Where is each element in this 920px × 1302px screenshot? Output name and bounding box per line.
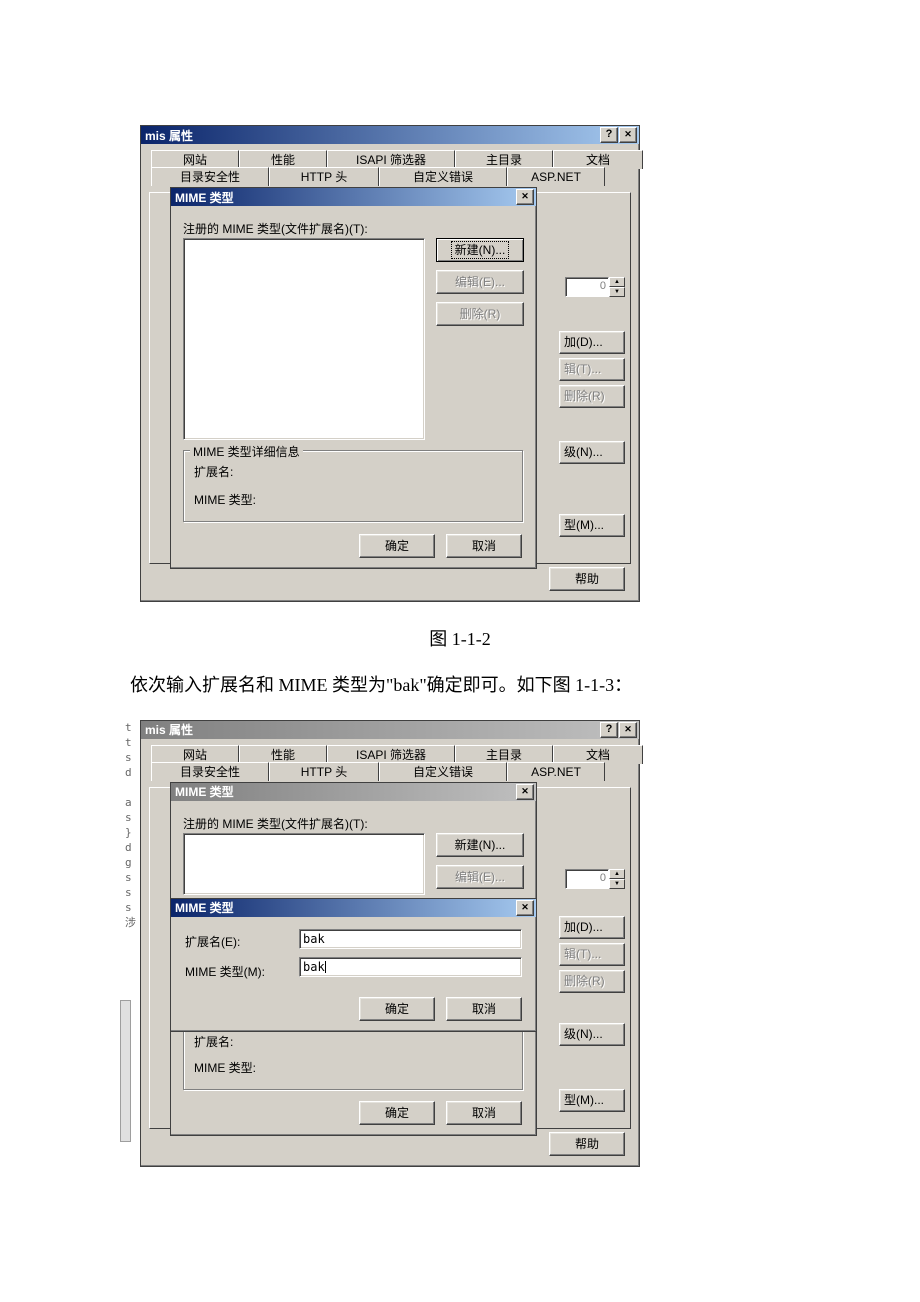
mime-ok-button-2: 确定 [359, 1101, 435, 1125]
title-text-2: mis 属性 [145, 721, 193, 738]
tab-httpheaders[interactable]: HTTP 头 [269, 167, 379, 186]
instruction-paragraph: 依次输入扩展名和 MIME 类型为"bak"确定即可。如下图 1-1-3： [0, 671, 920, 700]
mime-edit-button-2: 编辑(E)... [436, 865, 524, 889]
tab-dirsecurity[interactable]: 目录安全性 [151, 167, 269, 186]
titlebar-mime-2: MIME 类型 [171, 783, 536, 801]
mime-types-dialog: MIME 类型 注册的 MIME 类型(文件扩展名)(T): 新建(N)... … [170, 187, 537, 569]
figure-2: t t s d a s } d g s s s 涉 mis 属性 网站 性能 I… [140, 720, 920, 1170]
title-text: mis 属性 [145, 127, 193, 144]
side-btn-edit-2: 辑(T)... [559, 943, 625, 966]
mimetype-label-2: MIME 类型: [194, 1059, 256, 1076]
side-btn-add[interactable]: 加(D)... [559, 331, 625, 354]
titlebar-mime: MIME 类型 [171, 188, 536, 206]
mime-detail-group: MIME 类型详细信息 扩展名: MIME 类型: [183, 450, 523, 522]
mime-detail-group-2: 扩展名: MIME 类型: [183, 1023, 523, 1090]
side-btn-level-2[interactable]: 级(N)... [559, 1023, 625, 1046]
figure-caption-1: 图 1-1-2 [0, 625, 920, 651]
tab-aspnet[interactable]: ASP.NET [507, 167, 605, 186]
extension-input[interactable]: bak [299, 929, 522, 949]
tab-strip: 网站 性能 ISAPI 筛选器 主目录 文档 目录安全性 HTTP 头 自定义错… [141, 144, 639, 192]
close-icon[interactable] [516, 784, 534, 800]
tab-aspnet[interactable]: ASP.NET [507, 762, 605, 781]
add-ok-button[interactable]: 确定 [359, 997, 435, 1021]
titlebar-properties-2: mis 属性 [141, 721, 639, 739]
mime-registered-label-2: 注册的 MIME 类型(文件扩展名)(T): [183, 815, 368, 832]
help-button-2[interactable]: 帮助 [549, 1132, 625, 1156]
titlebar-mime-add: MIME 类型 [171, 899, 536, 917]
side-btn-edit: 辑(T)... [559, 358, 625, 381]
side-btn-delete-2: 删除(R) [559, 970, 625, 993]
mime-registered-label: 注册的 MIME 类型(文件扩展名)(T): [183, 220, 368, 237]
titlebar-properties: mis 属性 [141, 126, 639, 144]
side-btn-type[interactable]: 型(M)... [559, 514, 625, 537]
spinner-value-2[interactable]: 0 [565, 869, 609, 889]
tab-httpheaders[interactable]: HTTP 头 [269, 762, 379, 781]
side-btn-level[interactable]: 级(N)... [559, 441, 625, 464]
mime-ok-button[interactable]: 确定 [359, 534, 435, 558]
mime-add-dialog: MIME 类型 扩展名(E): MIME 类型(M): bak bak 确定 取… [170, 898, 537, 1032]
spinner-buttons[interactable]: ▲▼ [609, 277, 625, 297]
timeout-spinner[interactable]: 0 ▲▼ [565, 277, 625, 297]
mime-add-title: MIME 类型 [175, 899, 234, 916]
help-icon[interactable] [600, 722, 618, 738]
mime-cancel-button-2[interactable]: 取消 [446, 1101, 522, 1125]
mime-edit-button: 编辑(E)... [436, 270, 524, 294]
side-btn-add-2[interactable]: 加(D)... [559, 916, 625, 939]
spinner-buttons-2[interactable]: ▲▼ [609, 869, 625, 889]
mime-detail-title: MIME 类型详细信息 [190, 443, 303, 460]
cropped-text-left: t t s d a s } d g s s s 涉 [125, 720, 136, 930]
mime-delete-button: 删除(R) [436, 302, 524, 326]
extension-label: 扩展名: [194, 463, 233, 480]
tab-customerrors[interactable]: 自定义错误 [379, 762, 507, 781]
help-icon[interactable] [600, 127, 618, 143]
add-cancel-button[interactable]: 取消 [446, 997, 522, 1021]
side-btn-delete: 删除(R) [559, 385, 625, 408]
close-icon[interactable] [619, 127, 637, 143]
close-icon[interactable] [516, 189, 534, 205]
close-icon[interactable] [516, 900, 534, 916]
tab-customerrors[interactable]: 自定义错误 [379, 167, 507, 186]
extension-label-2: 扩展名: [194, 1033, 233, 1050]
scrollbar-hint [120, 1000, 131, 1142]
help-button[interactable]: 帮助 [549, 567, 625, 591]
figure-1: mis 属性 网站 性能 ISAPI 筛选器 主目录 文档 目录安全性 HTTP… [140, 125, 920, 605]
spinner-value[interactable]: 0 [565, 277, 609, 297]
tab-strip-2: 网站 性能 ISAPI 筛选器 主目录 文档 目录安全性 HTTP 头 自定义错… [141, 739, 639, 787]
mime-listbox[interactable] [183, 238, 425, 440]
mime-new-button[interactable]: 新建(N)... [436, 238, 524, 262]
timeout-spinner-2[interactable]: 0 ▲▼ [565, 869, 625, 889]
side-btn-type-2[interactable]: 型(M)... [559, 1089, 625, 1112]
close-icon[interactable] [619, 722, 637, 738]
tab-dirsecurity[interactable]: 目录安全性 [151, 762, 269, 781]
mime-title-2: MIME 类型 [175, 783, 234, 800]
add-ext-label: 扩展名(E): [185, 933, 240, 950]
mimetype-label: MIME 类型: [194, 491, 256, 508]
mime-listbox-2[interactable] [183, 833, 425, 895]
mime-new-button-2[interactable]: 新建(N)... [436, 833, 524, 857]
mime-cancel-button[interactable]: 取消 [446, 534, 522, 558]
mimetype-input[interactable]: bak [299, 957, 522, 977]
add-mime-label: MIME 类型(M): [185, 963, 265, 980]
mime-title: MIME 类型 [175, 189, 234, 206]
